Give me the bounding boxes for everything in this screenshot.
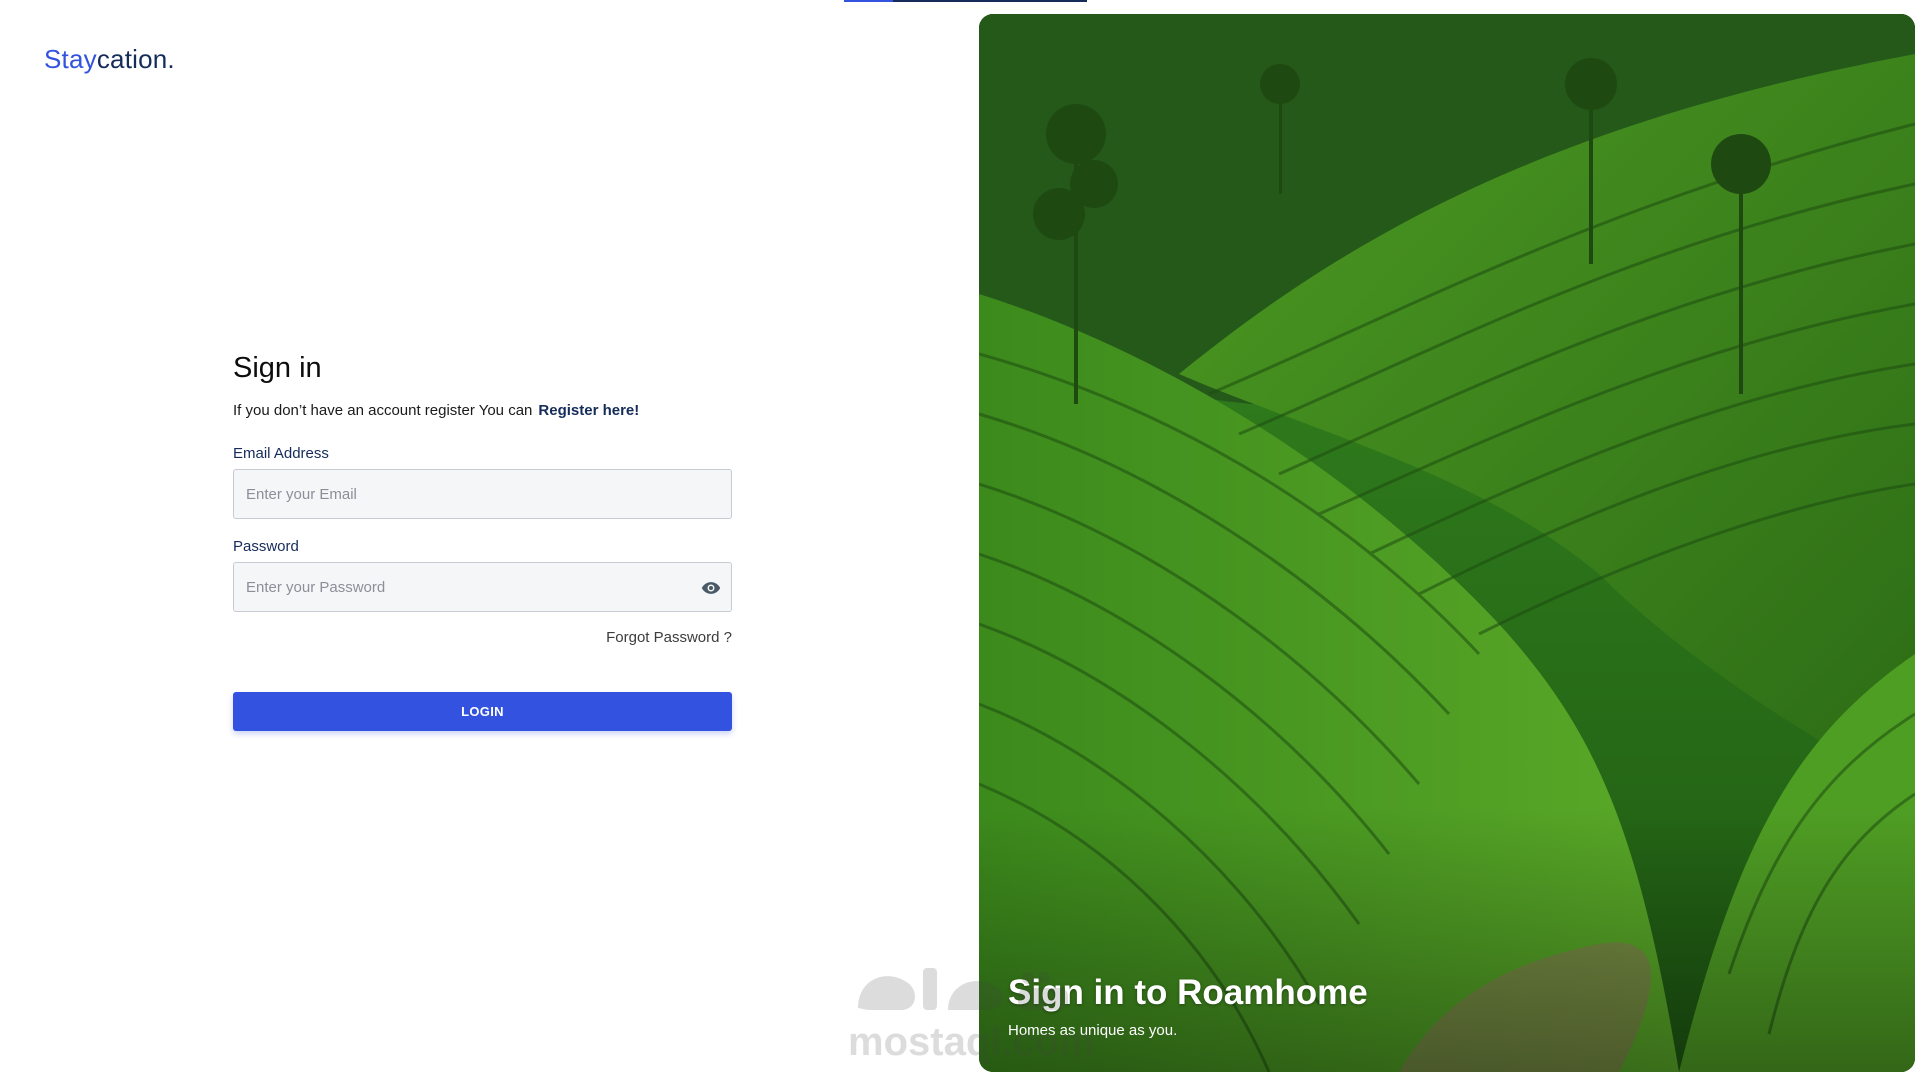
login-button[interactable]: LOGIN	[233, 692, 732, 731]
forgot-row: Forgot Password ?	[233, 629, 732, 647]
top-loading-bar	[844, 0, 1087, 2]
eye-icon[interactable]	[700, 578, 722, 598]
register-link[interactable]: Register here!	[538, 402, 639, 419]
signin-subtitle: If you don’t have an account register Yo…	[233, 402, 732, 419]
password-field-wrapper	[233, 562, 732, 612]
password-label: Password	[233, 538, 299, 555]
forgot-password-link[interactable]: Forgot Password ?	[606, 629, 732, 646]
email-field[interactable]	[234, 470, 731, 518]
top-loading-bar-fill	[844, 0, 893, 2]
hero-title: Sign in to Roamhome	[1008, 973, 1368, 1012]
tea-plantation-image	[979, 14, 1915, 1072]
page-title: Sign in	[233, 352, 322, 384]
hero-image-panel: Sign in to Roamhome Homes as unique as y…	[979, 14, 1915, 1072]
email-field-wrapper	[233, 469, 732, 519]
hero-subtitle: Homes as unique as you.	[1008, 1022, 1178, 1039]
brand-logo-part2: cation.	[96, 44, 175, 74]
email-label: Email Address	[233, 445, 329, 462]
brand-logo[interactable]: Staycation.	[44, 44, 175, 75]
signin-form: Sign in If you don’t have an account reg…	[233, 352, 732, 731]
brand-logo-part1: Stay	[44, 44, 97, 74]
password-field[interactable]	[234, 563, 731, 611]
signin-subtitle-text: If you don’t have an account register Yo…	[233, 402, 533, 419]
